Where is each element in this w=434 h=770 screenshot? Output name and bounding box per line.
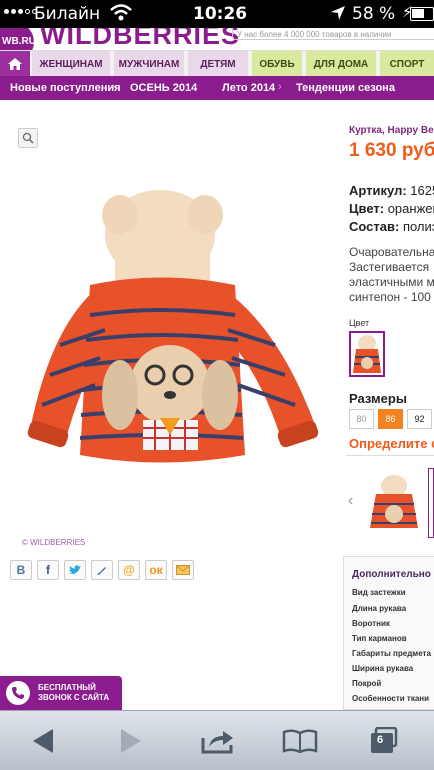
search-input[interactable]: У нас более 4 000 000 товаров в наличии: [232, 28, 434, 40]
livejournal-icon[interactable]: [91, 560, 113, 580]
tabs-icon: [371, 727, 398, 753]
book-icon: [282, 729, 318, 753]
tab-men[interactable]: МУЖЧИНАМ: [114, 51, 184, 77]
article-row: Артикул: 1625: [349, 183, 434, 198]
next-thumbnail[interactable]: [428, 468, 434, 538]
details-row: Вид застежки: [352, 588, 406, 597]
tab-women[interactable]: ЖЕНЩИНАМ: [32, 51, 110, 77]
details-panel: Дополнительно Вид застежки Длина рукава …: [343, 556, 434, 710]
tab-shoes[interactable]: ОБУВЬ: [252, 51, 302, 77]
site-logo[interactable]: WB.RU: [0, 28, 36, 50]
facebook-icon[interactable]: f: [37, 560, 59, 580]
status-bar: Билайн 10:26 58 % ⚡: [0, 0, 434, 28]
details-row: Ширина рукава: [352, 664, 414, 673]
magnifier-icon: [22, 132, 34, 144]
carrier-name: Билайн: [34, 4, 101, 24]
battery-icon: [410, 7, 434, 21]
color-swatch[interactable]: [349, 331, 385, 377]
product-image[interactable]: [20, 180, 320, 480]
twitter-icon[interactable]: [64, 560, 86, 580]
details-row: Воротник: [352, 619, 390, 628]
location-arrow-icon: [331, 6, 345, 20]
mailru-icon[interactable]: @: [118, 560, 140, 580]
category-nav: ЖЕНЩИНАМ МУЖЧИНАМ ДЕТЯМ ОБУВЬ ДЛЯ ДОМА С…: [0, 50, 434, 77]
composition-row: Состав: полиэ: [349, 219, 434, 234]
site-header: WB.RU WILDBERRIES У нас более 4 000 000 …: [0, 28, 434, 50]
chevron-right-icon: ›: [112, 81, 116, 93]
back-button[interactable]: [26, 725, 62, 757]
subnav-autumn-2014[interactable]: ОСЕНЬ 2014: [130, 82, 197, 94]
product-name: Куртка, Happy Be: [349, 125, 434, 136]
subnav-new-arrivals[interactable]: Новые поступления: [10, 82, 121, 94]
odnoklassniki-icon[interactable]: ок: [145, 560, 167, 580]
zoom-button[interactable]: [18, 128, 38, 148]
color-section-label: Цвет: [349, 318, 370, 328]
details-row: Особенности ткани: [352, 694, 430, 703]
forward-arrow-icon: [121, 729, 141, 753]
size-option-selected[interactable]: 86: [378, 409, 403, 429]
tab-sport[interactable]: СПОРТ: [380, 51, 434, 77]
tabs-button[interactable]: [366, 725, 402, 757]
callback-line1: БЕСПЛАТНЫЙ: [38, 683, 96, 692]
chevron-right-icon: ›: [193, 81, 197, 93]
wifi-icon: [110, 4, 132, 21]
phone-icon: [6, 681, 30, 705]
battery-percent: 58 %: [352, 4, 396, 24]
details-title: Дополнительно: [352, 569, 431, 580]
details-row: Тип карманов: [352, 634, 407, 643]
subnav-season-trends[interactable]: Тенденции сезона: [296, 82, 395, 94]
brand-name[interactable]: WILDBERRIES: [40, 28, 240, 50]
home-tab[interactable]: [0, 51, 30, 77]
description-line: Очаровательна: [349, 245, 434, 259]
description-line: Застегивается: [349, 260, 430, 274]
share-bar: В f @ ок: [10, 560, 194, 580]
clock: 10:26: [193, 4, 248, 24]
back-arrow-icon: [33, 729, 53, 753]
product-price: 1 630 руб.: [349, 140, 434, 161]
tab-kids[interactable]: ДЕТЯМ: [188, 51, 248, 77]
browser-toolbar: [0, 710, 434, 770]
sizes-title: Размеры: [349, 391, 407, 406]
size-option[interactable]: 80: [349, 409, 374, 429]
divider: [346, 455, 434, 456]
bookmarks-button[interactable]: [282, 725, 318, 757]
color-row: Цвет: оранжев: [349, 201, 434, 216]
product-thumbnail[interactable]: [366, 474, 422, 534]
subnav: Новые поступления › ОСЕНЬ 2014 › Лето 20…: [0, 76, 434, 100]
share-icon: [201, 731, 233, 754]
carousel-prev-icon[interactable]: ‹: [348, 492, 353, 510]
share-button[interactable]: [200, 725, 236, 757]
size-option[interactable]: 92: [407, 409, 432, 429]
tab-home[interactable]: ДЛЯ ДОМА: [306, 51, 376, 77]
vkontakte-icon[interactable]: В: [10, 560, 32, 580]
free-callback-button[interactable]: БЕСПЛАТНЫЙ ЗВОНОК С САЙТА: [0, 676, 122, 710]
tabs-count: 6: [377, 734, 384, 746]
define-size-link[interactable]: Определите с: [349, 436, 434, 451]
details-row: Габариты предмета: [352, 649, 431, 658]
subnav-summer-2014[interactable]: Лето 2014: [222, 82, 275, 94]
image-watermark: © WILDBERRIES: [22, 538, 86, 547]
home-icon: [8, 58, 22, 70]
email-icon[interactable]: [172, 560, 194, 580]
description-line: синтепон - 100: [349, 290, 431, 304]
chevron-right-icon: ›: [278, 81, 282, 93]
signal-strength-icon: [4, 9, 37, 14]
description-line: эластичными м: [349, 275, 434, 289]
callback-line2: ЗВОНОК С САЙТА: [38, 693, 110, 702]
details-row: Длина рукава: [352, 604, 407, 613]
forward-button[interactable]: [112, 725, 148, 757]
details-row: Покрой: [352, 679, 382, 688]
